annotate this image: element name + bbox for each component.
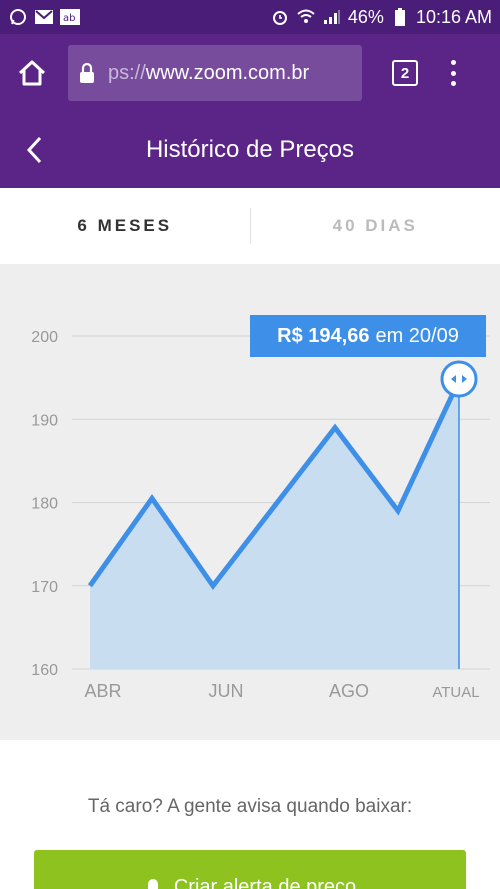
url-scheme: ps:// xyxy=(108,61,146,84)
tooltip-price: R$ 194,66 xyxy=(277,324,370,347)
price-chart[interactable]: 160 170 180 190 200 ABR JUN AGO ATUAL R$ 194,66 … xyxy=(0,264,500,740)
y-tick-label: 180 xyxy=(31,496,58,513)
x-tick-label: ATUAL xyxy=(432,684,479,701)
tooltip-date: em 20/09 xyxy=(375,324,459,347)
chevron-left-icon xyxy=(26,136,42,164)
drag-handle xyxy=(440,360,478,398)
home-icon xyxy=(18,60,46,86)
address-bar[interactable]: ps://www.zoom.com.br xyxy=(68,45,362,101)
signal-icon xyxy=(322,8,342,26)
tab-6-meses[interactable]: 6 MESES xyxy=(0,216,250,236)
alert-prompt: Tá caro? A gente avisa quando baixar: xyxy=(87,796,413,817)
y-tick-label: 160 xyxy=(31,662,58,679)
price-area xyxy=(90,380,459,669)
svg-text:ab: ab xyxy=(63,13,75,24)
lock-icon xyxy=(78,62,96,84)
battery-percent: 46% xyxy=(347,6,384,27)
create-alert-button[interactable]: Criar alerta de preço xyxy=(34,850,466,889)
x-tick-label: ABR xyxy=(84,681,121,701)
home-button[interactable] xyxy=(10,51,54,95)
page-header: Histórico de Preços xyxy=(0,112,500,188)
period-tabs: 6 MESES 40 DIAS xyxy=(0,188,500,264)
page-title: Histórico de Preços xyxy=(145,136,355,163)
y-tick-label: 170 xyxy=(31,579,58,596)
menu-dot xyxy=(450,60,456,65)
price-tooltip: R$ 194,66 em 20/09 xyxy=(250,315,486,357)
alarm-icon xyxy=(270,8,290,26)
battery-icon xyxy=(390,8,410,26)
menu-dot xyxy=(450,81,456,86)
x-tick-label: AGO xyxy=(329,681,369,701)
x-tick-label: JUN xyxy=(209,681,244,701)
back-button[interactable] xyxy=(22,134,52,166)
gmail-icon xyxy=(34,8,54,26)
y-tick-label: 190 xyxy=(31,412,58,429)
translate-icon: ab xyxy=(60,8,80,26)
bell-icon xyxy=(147,879,158,889)
whatsapp-icon xyxy=(8,8,28,26)
wifi-icon xyxy=(296,8,316,26)
tab-40-dias[interactable]: 40 DIAS xyxy=(251,216,500,236)
url-text: www.zoom.com.br xyxy=(145,61,310,84)
browser-toolbar: ps://www.zoom.com.br 2 xyxy=(0,34,500,112)
status-bar: ab 46% 10:16 AM xyxy=(0,0,500,34)
clock: 10:16 AM xyxy=(415,6,492,27)
create-alert-label: Criar alerta de preço xyxy=(173,876,357,889)
y-tick-label: 200 xyxy=(31,329,58,346)
tab-switcher-button[interactable]: 2 xyxy=(392,60,418,86)
menu-dot xyxy=(450,70,456,76)
overflow-menu-button[interactable] xyxy=(448,60,458,86)
